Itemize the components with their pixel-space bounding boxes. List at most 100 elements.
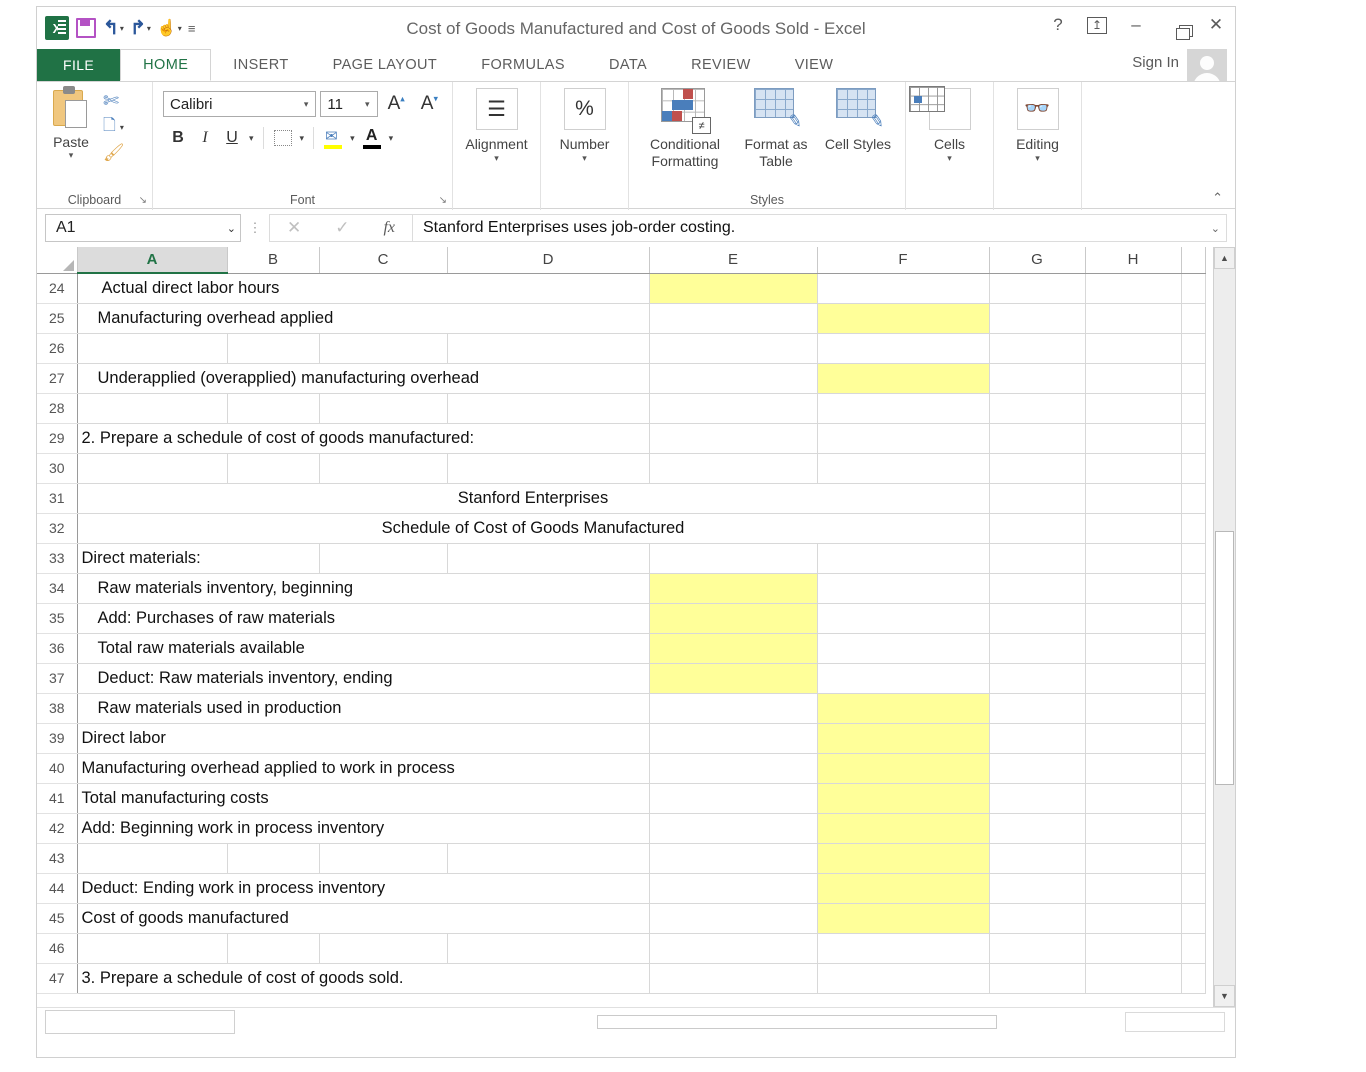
cell-F42[interactable] xyxy=(817,813,990,844)
cell-partial[interactable] xyxy=(1181,963,1206,994)
vertical-scroll-track[interactable] xyxy=(1214,269,1235,985)
row-header[interactable]: 42 xyxy=(37,813,78,844)
cell-E34[interactable] xyxy=(649,573,818,604)
cell-D30[interactable] xyxy=(447,453,650,484)
cell-H42[interactable] xyxy=(1085,813,1182,844)
cell-G44[interactable] xyxy=(989,873,1086,904)
touch-mouse-mode-icon[interactable]: ☝ ▾ xyxy=(155,14,184,42)
ribbon-group-number[interactable]: % Number ▾ xyxy=(541,82,629,210)
cell-E24[interactable] xyxy=(649,273,818,304)
cell-A37[interactable]: Deduct: Raw materials inventory, ending xyxy=(77,663,650,694)
cell-partial[interactable] xyxy=(1181,903,1206,934)
ribbon-group-cells[interactable]: Cells ▾ xyxy=(906,82,994,210)
cell-F27[interactable] xyxy=(817,363,990,394)
cell-A25[interactable]: Manufacturing overhead applied xyxy=(77,303,650,334)
row-header[interactable]: 32 xyxy=(37,513,78,544)
ribbon-group-editing[interactable]: 👓 Editing ▾ xyxy=(994,82,1082,210)
cell-A47[interactable]: 3. Prepare a schedule of cost of goods s… xyxy=(77,963,650,994)
sign-in-link[interactable]: Sign In xyxy=(1132,54,1179,71)
cell-A34[interactable]: Raw materials inventory, beginning xyxy=(77,573,650,604)
cell-H30[interactable] xyxy=(1085,453,1182,484)
cell-partial[interactable] xyxy=(1181,783,1206,814)
cell-C46[interactable] xyxy=(319,933,448,964)
cell-A24[interactable]: Actual direct labor hours xyxy=(77,273,650,304)
cell-H35[interactable] xyxy=(1085,603,1182,634)
row-header[interactable]: 30 xyxy=(37,453,78,484)
cell-F34[interactable] xyxy=(817,573,990,604)
cell-D43[interactable] xyxy=(447,843,650,874)
cell-A30[interactable] xyxy=(77,453,228,484)
select-all-icon[interactable] xyxy=(37,247,78,274)
sheet-tab[interactable] xyxy=(337,1010,457,1034)
cell-A40[interactable]: Manufacturing overhead applied to work i… xyxy=(77,753,650,784)
cell-E26[interactable] xyxy=(649,333,818,364)
cell-partial[interactable] xyxy=(1181,933,1206,964)
cell-partial[interactable] xyxy=(1181,633,1206,664)
cell-partial[interactable] xyxy=(1181,843,1206,874)
cell-D33[interactable] xyxy=(447,543,650,574)
cell-E29[interactable] xyxy=(649,423,818,454)
column-header-e[interactable]: E xyxy=(649,247,818,274)
cell-partial[interactable] xyxy=(1181,603,1206,634)
cell-E27[interactable] xyxy=(649,363,818,394)
customize-quick-access-icon[interactable]: ≡ xyxy=(186,14,198,42)
row-header[interactable]: 26 xyxy=(37,333,78,364)
cell-A43[interactable] xyxy=(77,843,228,874)
save-icon[interactable] xyxy=(73,14,99,42)
cell-A28[interactable] xyxy=(77,393,228,424)
increase-font-size-button[interactable]: A▴ xyxy=(382,93,411,115)
cell-A45[interactable]: Cost of goods manufactured xyxy=(77,903,650,934)
cell-E43[interactable] xyxy=(649,843,818,874)
cell-C26[interactable] xyxy=(319,333,448,364)
horizontal-scroll-thumb[interactable] xyxy=(597,1015,997,1029)
cell-partial[interactable] xyxy=(1181,723,1206,754)
row-header[interactable]: 41 xyxy=(37,783,78,814)
chevron-down-icon[interactable]: ▾ xyxy=(120,123,124,132)
cell-G28[interactable] xyxy=(989,393,1086,424)
cell-partial[interactable] xyxy=(1181,873,1206,904)
cell-A38[interactable]: Raw materials used in production xyxy=(77,693,650,724)
cell-H40[interactable] xyxy=(1085,753,1182,784)
row-header[interactable]: 47 xyxy=(37,963,78,994)
chevron-down-icon[interactable]: ▾ xyxy=(1000,153,1075,164)
row-header[interactable]: 33 xyxy=(37,543,78,574)
font-name-combo[interactable]: Calibri ▾ xyxy=(163,91,317,117)
cell-G27[interactable] xyxy=(989,363,1086,394)
help-icon[interactable]: ? xyxy=(1047,15,1069,35)
cell-E45[interactable] xyxy=(649,903,818,934)
cell-H47[interactable] xyxy=(1085,963,1182,994)
cell-A27[interactable]: Underapplied (overapplied) manufacturing… xyxy=(77,363,650,394)
cell-H46[interactable] xyxy=(1085,933,1182,964)
tab-page-layout[interactable]: PAGE LAYOUT xyxy=(311,49,460,81)
column-header-d[interactable]: D xyxy=(447,247,650,274)
cell-H39[interactable] xyxy=(1085,723,1182,754)
copy-button[interactable]: 🗋 ▾ xyxy=(99,114,146,140)
cell-F33[interactable] xyxy=(817,543,990,574)
cell-G39[interactable] xyxy=(989,723,1086,754)
formula-input[interactable]: Stanford Enterprises uses job-order cost… xyxy=(413,214,1227,242)
cell-E30[interactable] xyxy=(649,453,818,484)
cell-H45[interactable] xyxy=(1085,903,1182,934)
row-header[interactable]: 24 xyxy=(37,273,78,304)
cell-H24[interactable] xyxy=(1085,273,1182,304)
cell-partial[interactable] xyxy=(1181,543,1206,574)
cell-A29[interactable]: 2. Prepare a schedule of cost of goods m… xyxy=(77,423,650,454)
cell-F25[interactable] xyxy=(817,303,990,334)
format-as-table-button[interactable]: ✎ Format as Table xyxy=(735,88,817,210)
cell-E46[interactable] xyxy=(649,933,818,964)
cell-H29[interactable] xyxy=(1085,423,1182,454)
cell-C33[interactable] xyxy=(319,543,448,574)
cell-G41[interactable] xyxy=(989,783,1086,814)
cancel-icon[interactable]: ✕ xyxy=(287,218,301,238)
cell-A31[interactable]: Stanford Enterprises xyxy=(77,483,990,514)
clipboard-dialog-launcher[interactable]: ↘ xyxy=(139,195,147,206)
collapse-ribbon-icon[interactable]: ⌃ xyxy=(1212,190,1223,206)
cell-F38[interactable] xyxy=(817,693,990,724)
scroll-up-button[interactable]: ▲ xyxy=(1214,247,1235,269)
cell-E25[interactable] xyxy=(649,303,818,334)
minimize-icon[interactable]: – xyxy=(1125,15,1147,35)
cell-A42[interactable]: Add: Beginning work in process inventory xyxy=(77,813,650,844)
cell-E38[interactable] xyxy=(649,693,818,724)
cell-B28[interactable] xyxy=(227,393,320,424)
cell-F39[interactable] xyxy=(817,723,990,754)
